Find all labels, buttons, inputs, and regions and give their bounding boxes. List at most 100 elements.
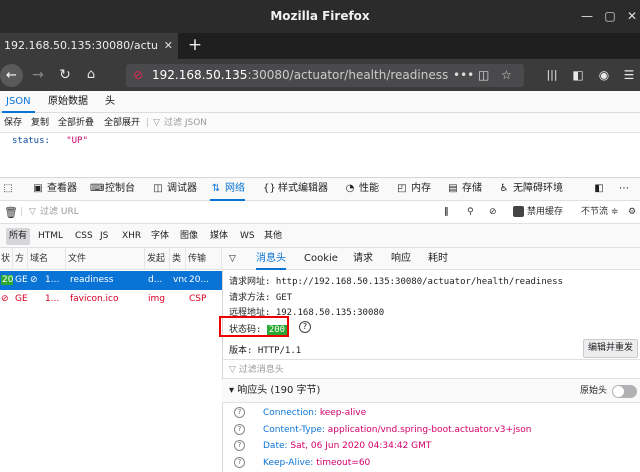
close-window-icon[interactable]: ✕ xyxy=(624,9,640,23)
filter-all[interactable]: 所有 xyxy=(6,228,31,245)
pick-element-icon[interactable]: ⬚ xyxy=(2,177,17,201)
menu-icon[interactable]: ☰ xyxy=(620,59,638,91)
raw-headers-toggle[interactable] xyxy=(612,385,637,398)
pocket-icon[interactable]: ◫ xyxy=(478,64,489,87)
help-icon[interactable]: ? xyxy=(234,407,245,418)
tab-headers-detail[interactable]: 消息头 xyxy=(256,248,286,270)
tab-console[interactable]: ⌨控制台 xyxy=(90,177,135,201)
row-initiator[interactable]: img xyxy=(147,290,170,309)
minimize-icon[interactable]: — xyxy=(580,9,594,23)
tab-storage[interactable]: ▤ 存储 xyxy=(447,177,482,201)
row-method[interactable]: GE xyxy=(14,290,28,309)
help-icon[interactable]: ? xyxy=(299,321,311,333)
window-titlebar: Mozilla Firefox — ▢ ✕ xyxy=(0,0,640,33)
account-icon[interactable]: ◉ xyxy=(596,59,612,91)
tab-cookie[interactable]: Cookie xyxy=(304,248,338,270)
maximize-icon[interactable]: ▢ xyxy=(603,9,617,23)
throttle-select[interactable]: 不节流 ≑ xyxy=(581,201,618,224)
back-arrow-icon[interactable]: ← xyxy=(0,64,23,87)
filter-images[interactable]: 图像 xyxy=(177,228,201,245)
filter-headers-input[interactable]: ▽ 过滤消息头 xyxy=(229,362,284,375)
col-type[interactable]: 类 xyxy=(171,248,186,270)
col-transfer[interactable]: 传输 xyxy=(187,248,222,270)
filter-icon: ▽ xyxy=(229,254,236,264)
trash-icon[interactable]: 🗑 xyxy=(4,201,18,224)
filter-other[interactable]: 其他 xyxy=(261,228,285,245)
help-icon[interactable]: ? xyxy=(234,440,245,451)
filter-ws[interactable]: WS xyxy=(237,228,258,245)
row-domain[interactable]: 1... xyxy=(44,290,66,309)
col-status[interactable]: 状 xyxy=(0,248,13,270)
tab-raw-data[interactable]: 原始数据 xyxy=(44,91,92,113)
settings-icon[interactable]: ⚙ xyxy=(628,201,636,224)
highlight-box xyxy=(219,316,289,337)
tab-network[interactable]: ⇅ 网络 xyxy=(210,177,245,201)
json-filter-input[interactable]: 过滤 JSON xyxy=(164,113,207,133)
tab-memory[interactable]: ◰ 内存 xyxy=(396,177,431,201)
tab-response[interactable]: 响应 xyxy=(391,248,411,270)
row-type[interactable]: CSP xyxy=(188,290,222,309)
insecure-lock-icon[interactable]: ⊘ xyxy=(133,64,143,87)
filter-html[interactable]: HTML xyxy=(35,228,66,245)
edit-resend-button[interactable]: 编辑并重发 xyxy=(583,339,638,358)
expand-all-button[interactable]: 全部展开 xyxy=(104,113,140,133)
new-tab-button[interactable]: + xyxy=(186,33,204,59)
response-headers-title[interactable]: ▾ 响应头 (190 字节) xyxy=(229,379,320,403)
library-icon[interactable]: ||| xyxy=(544,59,560,91)
filter-fonts[interactable]: 字体 xyxy=(148,228,172,245)
collapse-all-button[interactable]: 全部折叠 xyxy=(58,113,94,133)
json-divider: | xyxy=(146,118,150,128)
devtools-menu-icon[interactable]: ⋯ xyxy=(618,177,633,201)
col-initiator[interactable]: 发起 xyxy=(146,248,170,270)
filter-media[interactable]: 媒体 xyxy=(207,228,231,245)
tab-request[interactable]: 请求 xyxy=(353,248,373,270)
divider xyxy=(222,359,640,360)
dock-icon[interactable]: ◧ xyxy=(593,177,608,201)
disable-cache-checkbox[interactable]: 禁用缓存 xyxy=(513,201,563,224)
tab-inspector[interactable]: ▣ 查看器 xyxy=(32,177,77,201)
tab-accessibility[interactable]: ♿ 无障碍环境 xyxy=(498,177,563,201)
json-toolbar xyxy=(0,113,640,133)
json-value: "UP" xyxy=(66,136,88,146)
memory-icon: ◰ xyxy=(397,183,407,194)
save-button[interactable]: 保存 xyxy=(4,113,22,133)
tab-timings[interactable]: 耗时 xyxy=(428,248,448,270)
row-type: vnd xyxy=(173,275,187,285)
col-method[interactable]: 方 xyxy=(14,248,28,270)
braces-icon: {} xyxy=(263,183,276,194)
sidebar-icon[interactable]: ◧ xyxy=(570,59,586,91)
http-version: 版本: HTTP/1.1 xyxy=(229,346,302,356)
copy-button[interactable]: 复制 xyxy=(31,113,49,133)
pause-icon[interactable]: ‖ xyxy=(444,201,449,224)
col-file[interactable]: 文件 xyxy=(67,248,145,270)
row-initiator: d... xyxy=(148,275,163,285)
forward-arrow-icon[interactable]: → xyxy=(29,59,47,91)
bookmark-star-icon[interactable]: ☆ xyxy=(501,64,512,87)
block-icon[interactable]: ⊘ xyxy=(489,201,497,224)
page-actions-icon[interactable]: ••• xyxy=(453,64,474,87)
tab-json[interactable]: JSON xyxy=(2,91,35,113)
tab-debugger[interactable]: ◫ 调试器 xyxy=(152,177,197,201)
filter-icon: ▽ xyxy=(153,118,160,128)
tab-title: 192.168.50.135:30080/actu xyxy=(4,39,158,52)
tab-performance[interactable]: ◔ 性能 xyxy=(344,177,379,201)
home-icon[interactable]: ⌂ xyxy=(82,59,100,91)
col-domain[interactable]: 域名 xyxy=(29,248,66,270)
close-tab-icon[interactable]: ✕ xyxy=(164,33,173,59)
url-filter-input[interactable]: 过滤 URL xyxy=(40,201,79,224)
help-icon[interactable]: ? xyxy=(234,457,245,468)
browser-tab[interactable]: 192.168.50.135:30080/actu ✕ xyxy=(0,33,178,59)
filter-xhr[interactable]: XHR xyxy=(119,228,144,245)
filter-css[interactable]: CSS xyxy=(72,228,96,245)
caret-down-icon: ▾ xyxy=(229,385,238,396)
reload-icon[interactable]: ↻ xyxy=(56,59,74,91)
filter-js[interactable]: JS xyxy=(97,228,111,245)
row-file[interactable]: favicon.ico xyxy=(69,290,145,309)
search-icon[interactable]: ⚲ xyxy=(467,201,474,224)
tab-headers[interactable]: 头 xyxy=(101,91,119,113)
filter-divider: | xyxy=(20,207,24,217)
request-url: 请求网址: http://192.168.50.135:30080/actuat… xyxy=(229,277,564,287)
raw-headers-label: 原始头 xyxy=(580,386,608,396)
tab-style-editor[interactable]: {} 样式编辑器 xyxy=(263,177,328,201)
help-icon[interactable]: ? xyxy=(234,424,245,435)
